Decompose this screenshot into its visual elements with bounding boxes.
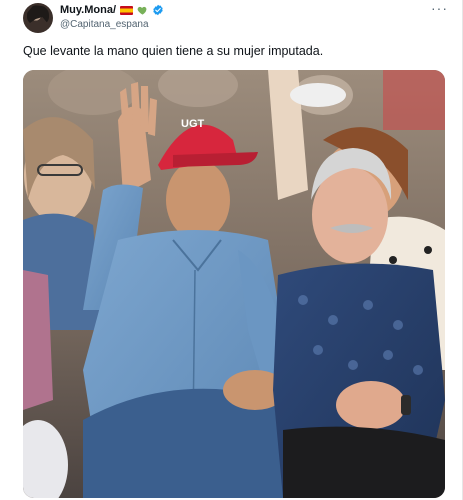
verified-badge-icon (153, 4, 163, 16)
photo-scene: UGT (23, 70, 445, 498)
display-name-text: Muy.Mona/ (60, 4, 117, 16)
avatar[interactable] (23, 3, 53, 33)
tweet-card: Muy.Mona/ @Capitana_espana ··· Que levan… (0, 0, 463, 500)
tweet-photo[interactable]: UGT (23, 70, 445, 498)
author-display-name[interactable]: Muy.Mona/ (60, 4, 164, 16)
avatar-hair (27, 5, 49, 25)
author-handle[interactable]: @Capitana_espana (60, 19, 149, 30)
spain-flag-icon (120, 5, 134, 15)
cap-logo-text: UGT (181, 118, 205, 130)
green-heart-icon (137, 6, 147, 15)
tweet-text: Que levante la mano quien tiene a su muj… (23, 44, 324, 58)
more-options-icon[interactable]: ··· (431, 0, 448, 16)
